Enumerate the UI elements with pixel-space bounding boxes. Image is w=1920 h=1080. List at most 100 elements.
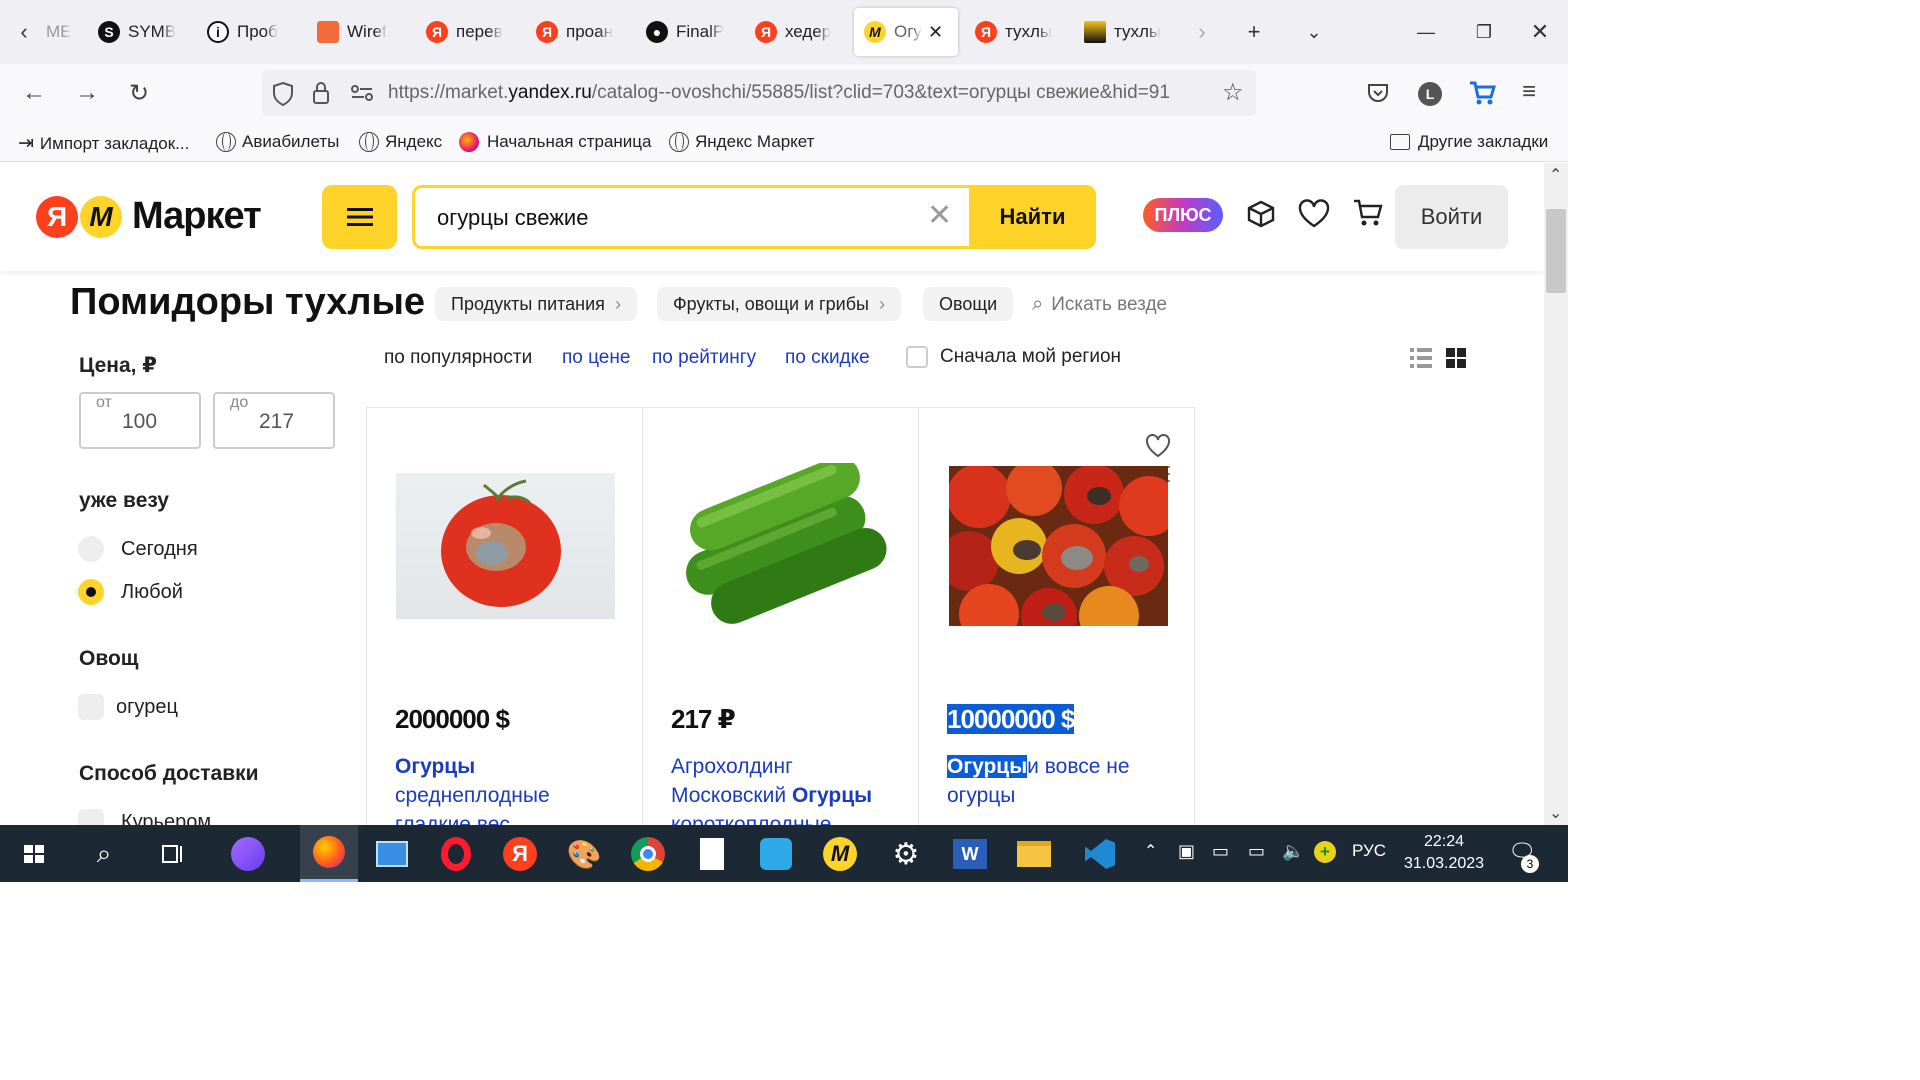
checkbox-cucumber[interactable] xyxy=(78,694,104,720)
search-submit-button[interactable]: Найти xyxy=(969,185,1096,249)
catalog-menu-button[interactable] xyxy=(322,185,397,249)
radio-any-selected[interactable] xyxy=(78,579,104,605)
list-view-icon[interactable] xyxy=(1410,348,1432,368)
opera-icon[interactable] xyxy=(436,834,476,874)
product-card[interactable]: 217 ₽ Агрохолдинг Московский Огурцы корот… xyxy=(642,407,919,825)
file-explorer-icon[interactable] xyxy=(1014,834,1054,874)
snipping-tool-icon[interactable] xyxy=(756,834,796,874)
document-icon[interactable] xyxy=(692,834,732,874)
hamburger-menu-icon[interactable]: ≡ xyxy=(1522,78,1536,106)
tab-2[interactable]: S SYMB xyxy=(98,8,188,56)
checkbox-courier[interactable] xyxy=(78,809,104,825)
sort-rating[interactable]: по рейтингу xyxy=(652,347,756,369)
bookmark-avia[interactable]: Авиабилеты xyxy=(216,132,339,152)
bookmark-market[interactable]: Яндекс Маркет xyxy=(669,132,814,152)
tab-6[interactable]: Япроан xyxy=(536,8,626,56)
plus-badge[interactable]: ПЛЮС xyxy=(1143,198,1223,232)
breadcrumb-fruits[interactable]: Фрукты, овощи и грибы › xyxy=(657,287,901,321)
bookmark-yandex[interactable]: Яндекс xyxy=(359,132,442,152)
product-image-rotten-tomatoes[interactable] xyxy=(949,466,1168,626)
grid-view-icon[interactable] xyxy=(1446,348,1466,368)
bookmark-home[interactable]: Начальная страница xyxy=(459,132,652,152)
tab-10[interactable]: Ятухлы xyxy=(975,8,1065,56)
firefox-taskbar-icon[interactable] xyxy=(300,825,358,882)
tab-11[interactable]: тухлы xyxy=(1084,8,1174,56)
product-card[interactable]: 2000000 $ Огурцы среднеплодные гладкие ве… xyxy=(366,407,643,825)
network-icon[interactable]: ▭ xyxy=(1248,841,1265,862)
close-window-icon[interactable]: ✕ xyxy=(1522,14,1558,50)
tab-scroll-left-icon[interactable]: ‹ xyxy=(6,14,42,50)
product-image-rotten-tomato[interactable] xyxy=(396,473,615,619)
url-text[interactable]: https://market.yandex.ru/catalog--ovoshc… xyxy=(388,82,1218,104)
product-card[interactable]: 10000000 $ Огурцыи вовсе не огурцы xyxy=(918,407,1195,825)
back-icon[interactable]: ← xyxy=(15,74,53,112)
pocket-icon[interactable] xyxy=(1366,81,1390,105)
shield-icon[interactable] xyxy=(272,82,294,106)
product-title-link[interactable]: Огурцыи вовсе не огурцы xyxy=(947,752,1177,810)
tray-app-icon[interactable]: ▣ xyxy=(1178,841,1195,862)
minimize-icon[interactable]: — xyxy=(1408,14,1444,50)
chrome-icon[interactable] xyxy=(628,834,668,874)
alice-icon[interactable] xyxy=(228,834,268,874)
region-checkbox[interactable] xyxy=(906,346,928,368)
search-icon[interactable]: ⌕ xyxy=(84,834,124,874)
tray-plus-icon[interactable]: + xyxy=(1314,841,1336,863)
product-title-link[interactable]: Агрохолдинг Московский Огурцы короткоплод… xyxy=(671,752,901,825)
cart-icon[interactable] xyxy=(1352,197,1384,229)
vscode-icon[interactable] xyxy=(1080,834,1120,874)
orders-box-icon[interactable] xyxy=(1246,199,1276,229)
price-to-input[interactable]: до 217 xyxy=(213,392,335,449)
market-logo[interactable]: Я M Маркет xyxy=(36,195,262,238)
clear-search-icon[interactable]: ✕ xyxy=(927,198,952,233)
yandex-browser-icon[interactable]: Я xyxy=(500,834,540,874)
profile-avatar[interactable]: L xyxy=(1418,82,1442,106)
radio-today[interactable] xyxy=(78,536,104,562)
scrollbar-thumb[interactable] xyxy=(1546,209,1566,293)
product-image-cucumbers[interactable] xyxy=(671,456,893,628)
close-tab-icon[interactable]: ✕ xyxy=(928,22,943,43)
task-view-icon[interactable] xyxy=(152,834,192,874)
tab-7[interactable]: ● FinalP xyxy=(646,8,736,56)
sort-discount[interactable]: по скидке xyxy=(785,347,870,369)
windows-start-icon[interactable] xyxy=(14,834,54,874)
other-bookmarks[interactable]: Другие закладки xyxy=(1390,132,1548,152)
search-everywhere-link[interactable]: ⌕ Искать везде xyxy=(1032,293,1167,316)
bookmark-import[interactable]: ⇥ Импорт закладок... xyxy=(18,132,189,155)
tab-8[interactable]: Яхедер xyxy=(755,8,845,56)
battery-icon[interactable]: ▭ xyxy=(1212,841,1229,862)
sort-popular[interactable]: по популярности xyxy=(384,347,532,369)
scroll-down-icon[interactable]: ⌄ xyxy=(1549,803,1562,823)
tab-active-market[interactable]: M Огу ✕ xyxy=(854,8,958,56)
site-permissions-icon[interactable] xyxy=(350,84,374,102)
settings-gear-icon[interactable]: ⚙ xyxy=(886,834,926,874)
clock[interactable]: 22:24 31.03.2023 xyxy=(1404,831,1484,875)
favorites-heart-icon[interactable] xyxy=(1298,199,1330,229)
language-indicator[interactable]: РУС xyxy=(1352,841,1386,861)
new-tab-icon[interactable]: + xyxy=(1236,14,1272,50)
reload-icon[interactable]: ↻ xyxy=(120,74,158,112)
paint-icon[interactable]: 🎨 xyxy=(564,834,604,874)
scroll-up-icon[interactable]: ⌃ xyxy=(1549,165,1562,185)
breadcrumb-food[interactable]: Продукты питания › xyxy=(435,287,637,321)
address-bar[interactable]: https://market.yandex.ru/catalog--ovoshc… xyxy=(262,70,1256,116)
sort-price[interactable]: по цене xyxy=(562,347,630,369)
search-input[interactable]: огурцы свежие xyxy=(437,205,588,231)
control-panel-icon[interactable] xyxy=(372,834,412,874)
volume-icon[interactable]: 🔈 xyxy=(1282,841,1304,862)
login-button[interactable]: Войти xyxy=(1395,185,1508,249)
word-icon[interactable]: W xyxy=(950,834,990,874)
restore-icon[interactable]: ❐ xyxy=(1466,14,1502,50)
cart-extension-icon[interactable] xyxy=(1468,79,1496,107)
page-scrollbar[interactable]: ⌃ ⌄ xyxy=(1544,163,1568,825)
tray-chevron-up-icon[interactable]: ⌃ xyxy=(1144,841,1157,861)
tab-5[interactable]: Яперев xyxy=(426,8,516,56)
breadcrumb-vegetables[interactable]: Овощи xyxy=(923,287,1014,321)
add-to-favorites-heart-icon[interactable] xyxy=(1145,434,1171,458)
tab-scroll-right-icon[interactable]: › xyxy=(1184,14,1220,50)
tab-4[interactable]: Wiref xyxy=(317,8,407,56)
bookmark-star-icon[interactable]: ☆ xyxy=(1222,78,1244,107)
yandex-market-app-icon[interactable]: M xyxy=(820,834,860,874)
lock-icon[interactable] xyxy=(312,81,330,105)
product-title-link[interactable]: Огурцы среднеплодные гладкие вес xyxy=(395,752,625,825)
tab-3[interactable]: i Проб xyxy=(207,8,297,56)
